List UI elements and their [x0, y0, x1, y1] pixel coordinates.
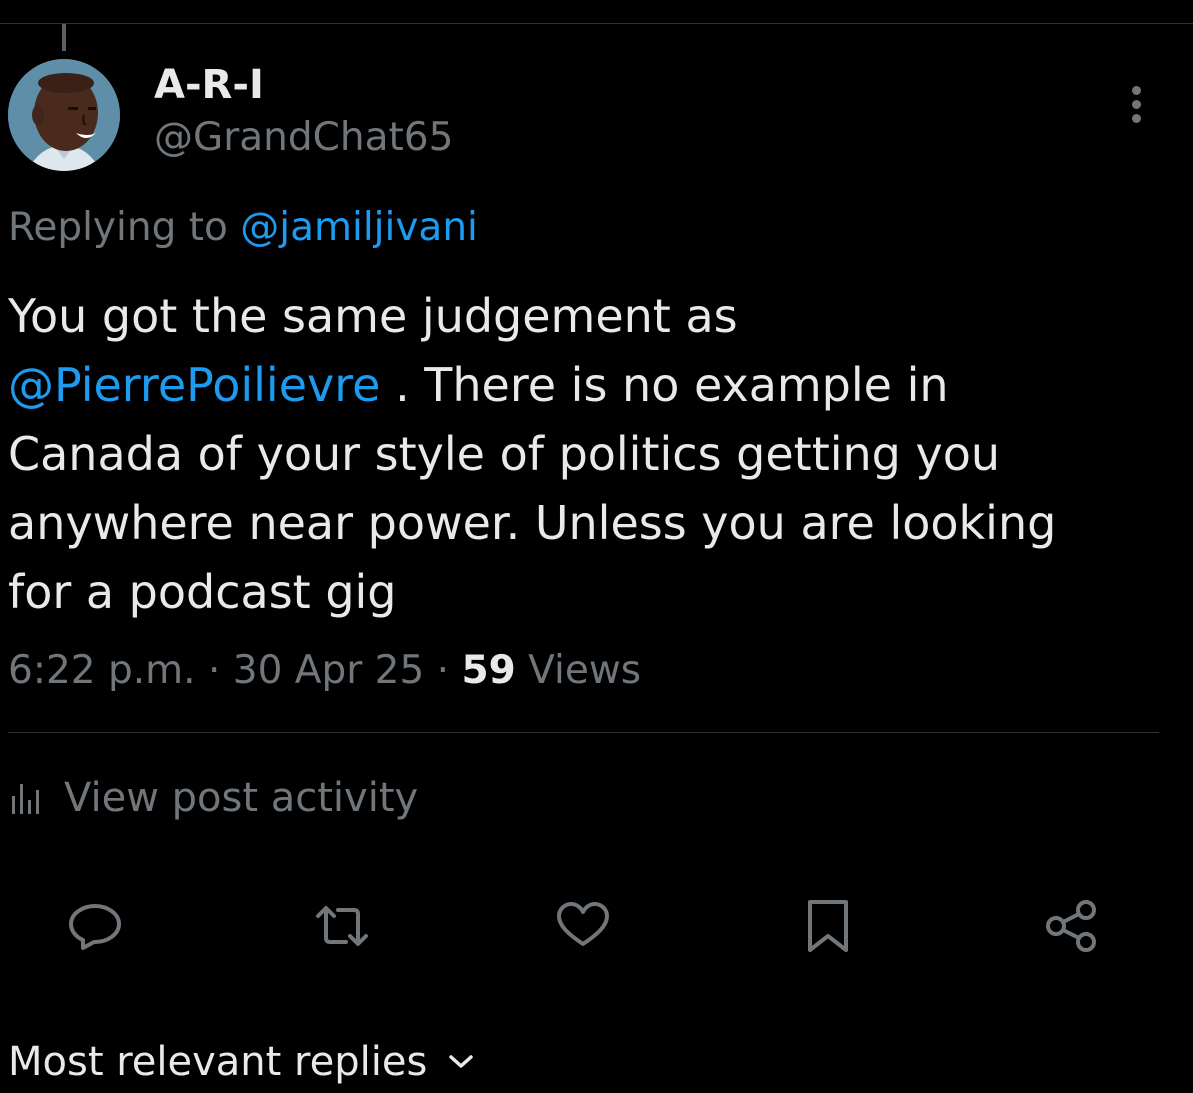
view-post-activity-label: View post activity	[64, 775, 419, 821]
post-time[interactable]: 6:22 p.m.	[8, 648, 196, 693]
meta-separator: ·	[207, 648, 221, 693]
bookmark-icon	[808, 900, 848, 952]
view-post-activity-button[interactable]: View post activity	[8, 772, 418, 824]
meta-separator: ·	[436, 648, 450, 693]
author-handle[interactable]: @GrandChat65	[154, 116, 453, 160]
more-dot-icon	[1132, 86, 1141, 95]
author-display-name[interactable]: A-R-I	[154, 63, 264, 107]
mention-link[interactable]: @PierrePoilievre	[8, 358, 380, 412]
post-text: You got the same judgement as @PierrePoi…	[8, 282, 1158, 627]
chevron-down-icon	[449, 1055, 474, 1068]
avatar-image	[8, 59, 120, 171]
avatar[interactable]	[8, 59, 120, 171]
share-icon	[1046, 900, 1096, 952]
replies-sort-dropdown[interactable]: Most relevant replies	[8, 1036, 475, 1088]
views-count: 59	[461, 648, 516, 693]
section-divider	[8, 732, 1159, 733]
top-divider	[0, 23, 1193, 24]
post-text-line: Canada of your style of politics getting…	[8, 427, 1001, 481]
repost-button[interactable]	[312, 898, 368, 954]
repost-icon	[316, 906, 368, 946]
reply-button[interactable]	[67, 898, 123, 954]
more-dot-icon	[1132, 100, 1141, 109]
views-label: Views	[528, 648, 642, 693]
reply-icon	[69, 904, 121, 950]
replies-sort-label: Most relevant replies	[8, 1039, 428, 1085]
bar-chart-icon	[12, 784, 39, 814]
like-button[interactable]	[555, 898, 611, 954]
bookmark-button[interactable]	[802, 898, 858, 954]
replying-to: Replying to @jamiljivani	[8, 204, 478, 252]
post-text-line: anywhere near power. Unless you are look…	[8, 496, 1057, 550]
post-text-line: for a podcast gig	[8, 565, 397, 619]
share-button[interactable]	[1044, 898, 1100, 954]
replying-to-handle-link[interactable]: @jamiljivani	[240, 205, 478, 250]
more-options-button[interactable]	[1122, 84, 1152, 124]
post-metadata: 6:22 p.m. · 30 Apr 25 · 59 Views	[8, 646, 641, 696]
more-dot-icon	[1132, 114, 1141, 123]
post-text-line: . There is no example in	[395, 358, 949, 412]
thread-connector-line	[62, 24, 66, 51]
post-date[interactable]: 30 Apr 25	[233, 648, 425, 693]
replying-to-label: Replying to	[8, 205, 228, 250]
heart-icon	[557, 902, 609, 946]
post-text-line: You got the same judgement as	[8, 289, 738, 343]
